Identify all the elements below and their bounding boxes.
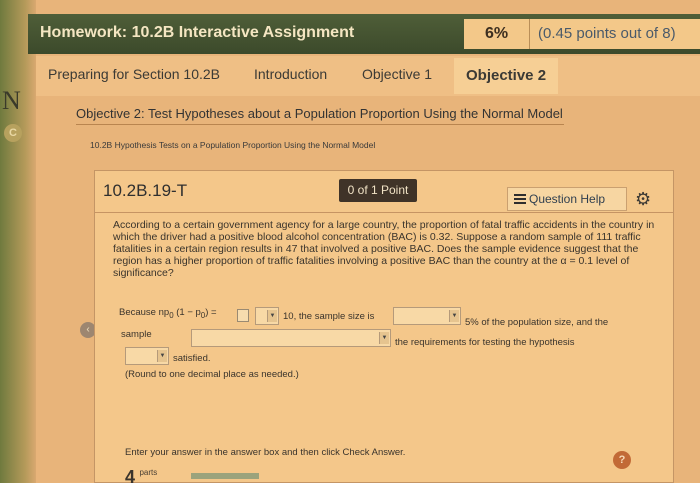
section-subheading: 10.2B Hypothesis Tests on a Population P… [90,140,376,150]
p0-subscript: 0 [169,310,174,320]
formula-open: (1 − p [176,307,201,318]
parts-number: 4 [125,467,136,483]
question-points-badge: 0 of 1 Point [339,179,417,202]
question-id: 10.2B.19-T [103,181,188,200]
problem-text: According to a certain government agency… [113,219,655,279]
gear-icon[interactable]: ⚙ [635,189,651,210]
tab-introduction[interactable]: Introduction [254,66,327,82]
after-dropdown-2: 5% of the population size, and the [465,317,609,328]
homework-title: Homework: 10.2B Interactive Assignment [40,24,355,41]
divider [76,124,564,125]
because-label: Because np0 (1 − p0) = [119,307,217,320]
chevron-down-icon: ▼ [267,310,277,322]
requirements-dropdown[interactable]: ▼ [125,347,169,365]
after-dropdown-3: the requirements for testing the hypothe… [395,337,575,348]
objective-tabs: Preparing for Section 10.2B Introduction… [36,56,700,96]
satisfied-label: satisfied. [173,353,211,364]
np-answer-box[interactable] [237,309,249,322]
instruction-text: Enter your answer in the answer box and … [125,447,406,458]
parts-indicator: 4 parts [125,467,157,483]
question-header: 10.2B.19-T 0 of 1 Point Question Help ⚙ [95,171,673,213]
tab-objective-2[interactable]: Objective 2 [454,58,559,94]
tab-objective-1[interactable]: Objective 1 [362,66,432,82]
help-icon[interactable]: ? [613,451,631,469]
homework-header: Homework: 10.2B Interactive Assignment 6… [28,14,700,54]
question-help-label: Question Help [529,192,606,206]
after-dropdown-1: 10, the sample size is [283,311,375,322]
question-help-button[interactable]: Question Help [507,187,627,211]
comparison-dropdown-1[interactable]: ▼ [255,307,279,325]
edge-letter: N [2,86,21,115]
sample-label: sample [121,329,152,340]
homework-percent: 6% [464,19,530,49]
formula-close: ) = [205,307,217,318]
because-text: Because np [119,307,170,318]
parts-label: parts [139,468,158,477]
chevron-down-icon: ▼ [449,310,459,322]
tab-preparing[interactable]: Preparing for Section 10.2B [48,66,220,82]
question-panel: 10.2B.19-T 0 of 1 Point Question Help ⚙ … [94,170,674,483]
homework-score: 6% (0.45 points out of 8) [464,19,700,49]
chevron-down-icon: ▼ [157,350,167,362]
parts-progress-bar [191,473,259,479]
chevron-down-icon: ▼ [379,332,389,344]
sample-dropdown[interactable]: ▼ [191,329,391,347]
objective-heading: Objective 2: Test Hypotheses about a Pop… [76,106,563,121]
comparison-dropdown-2[interactable]: ▼ [393,307,461,325]
list-icon [514,194,526,204]
rounding-note: (Round to one decimal place as needed.) [125,369,299,380]
left-edge: N C [0,0,36,483]
homework-points: (0.45 points out of 8) [538,25,676,42]
edge-circle-icon[interactable]: C [4,124,22,142]
